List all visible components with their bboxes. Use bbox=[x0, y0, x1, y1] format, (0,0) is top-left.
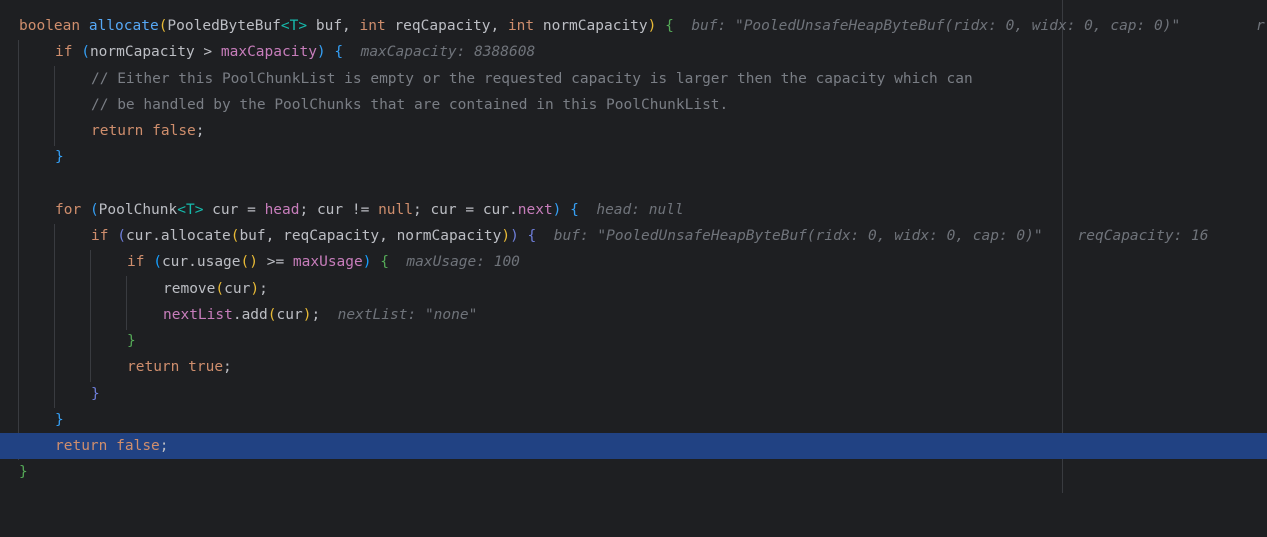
code-line[interactable]: return true; bbox=[0, 354, 1267, 380]
field-ref: maxUsage bbox=[292, 254, 363, 270]
method-call: .add bbox=[232, 307, 268, 323]
paren: ) bbox=[552, 202, 562, 218]
inline-debug-hint: buf: "PooledUnsafeHeapByteBuf(ridx: 0, w… bbox=[691, 18, 1181, 34]
brace: } bbox=[19, 464, 28, 480]
keyword: null bbox=[378, 202, 413, 218]
semicolon: ; bbox=[159, 438, 169, 454]
keyword: return bbox=[91, 123, 144, 139]
expression: cur.usage bbox=[161, 254, 241, 270]
angle-bracket: < bbox=[177, 202, 186, 218]
keyword: false bbox=[152, 123, 196, 139]
keyword: return bbox=[55, 438, 108, 454]
type-name: PooledByteBuf bbox=[167, 18, 281, 34]
keyword: if bbox=[91, 228, 109, 244]
code-line[interactable]: // be handled by the PoolChunks that are… bbox=[0, 92, 1267, 118]
code-line[interactable]: } bbox=[0, 381, 1267, 407]
code-line[interactable]: if (normCapacity > maxCapacity) { maxCap… bbox=[0, 39, 1267, 65]
code-line[interactable]: nextList.add(cur); nextList: "none" bbox=[0, 302, 1267, 328]
keyword: return bbox=[127, 359, 180, 375]
inline-debug-hint: head: null bbox=[596, 202, 684, 218]
type-name: PoolChunk bbox=[98, 202, 178, 218]
paren: ( bbox=[215, 281, 225, 297]
expression: normCapacity > bbox=[89, 44, 221, 60]
field-ref: head bbox=[264, 202, 300, 218]
paren: ) bbox=[250, 281, 260, 297]
code-line[interactable]: } bbox=[0, 407, 1267, 433]
keyword: boolean bbox=[19, 18, 81, 34]
comment: // Either this PoolChunkList is empty or… bbox=[91, 71, 973, 87]
field-ref: nextList bbox=[163, 307, 233, 323]
brace: { bbox=[334, 44, 344, 60]
keyword: int bbox=[507, 18, 535, 34]
expression: cur bbox=[276, 307, 303, 323]
paren: ( bbox=[81, 44, 90, 60]
expression: ; cur != bbox=[299, 202, 379, 218]
expression: cur = bbox=[203, 202, 265, 218]
expression: ; cur = cur. bbox=[412, 202, 518, 218]
code-line[interactable]: // Either this PoolChunkList is empty or… bbox=[0, 66, 1267, 92]
code-line[interactable]: } bbox=[0, 459, 1267, 485]
paren: ( bbox=[89, 202, 99, 218]
code-line[interactable]: if (cur.allocate(buf, reqCapacity, normC… bbox=[0, 223, 1267, 249]
inline-debug-hint: maxUsage: 100 bbox=[406, 254, 520, 270]
brace: } bbox=[55, 412, 64, 428]
field-ref: maxCapacity bbox=[220, 44, 317, 60]
inline-debug-hint: maxCapacity: 8388608 bbox=[360, 44, 536, 60]
expression: buf, reqCapacity, normCapacity bbox=[239, 228, 502, 244]
brace: { bbox=[665, 18, 674, 34]
paren: ) bbox=[316, 44, 326, 60]
paren: ) bbox=[510, 228, 519, 244]
brace: { bbox=[527, 228, 537, 244]
semicolon: ; bbox=[223, 359, 232, 375]
inline-debug-hint: nextList: "none" bbox=[337, 307, 478, 323]
keyword: false bbox=[116, 438, 160, 454]
semicolon: ; bbox=[311, 307, 321, 323]
brace: } bbox=[55, 149, 64, 165]
keyword: if bbox=[55, 44, 73, 60]
code-line[interactable]: return false; bbox=[0, 118, 1267, 144]
code-line[interactable]: for (PoolChunk<T> cur = head; cur != nul… bbox=[0, 197, 1267, 223]
method-name: allocate bbox=[88, 18, 159, 34]
paren: ) bbox=[501, 228, 511, 244]
brace: } bbox=[91, 386, 100, 402]
expression: >= bbox=[257, 254, 293, 270]
method-call: remove bbox=[163, 281, 216, 297]
code-line[interactable]: boolean allocate(PooledByteBuf<T> buf, i… bbox=[0, 13, 1267, 39]
angle-bracket: < bbox=[280, 18, 290, 34]
code-editor[interactable]: boolean allocate(PooledByteBuf<T> buf, i… bbox=[0, 0, 1267, 493]
code-line[interactable]: } bbox=[0, 328, 1267, 354]
keyword: true bbox=[188, 359, 224, 375]
inline-debug-hint: r bbox=[1256, 18, 1265, 34]
paren: ( bbox=[153, 254, 162, 270]
param: normCapacity bbox=[534, 18, 648, 34]
paren: ) bbox=[647, 18, 657, 34]
expression: cur.allocate bbox=[125, 228, 231, 244]
brace: { bbox=[380, 254, 389, 270]
code-line[interactable]: if (cur.usage() >= maxUsage) { maxUsage:… bbox=[0, 249, 1267, 275]
inline-debug-hint: reqCapacity: 16 bbox=[1077, 228, 1209, 244]
keyword: for bbox=[55, 202, 82, 218]
comment: // be handled by the PoolChunks that are… bbox=[91, 97, 729, 113]
paren: ) bbox=[362, 254, 372, 270]
inline-debug-hint: buf: "PooledUnsafeHeapByteBuf(ridx: 0, w… bbox=[553, 228, 1043, 244]
brace: { bbox=[570, 202, 579, 218]
paren: () bbox=[240, 254, 258, 270]
expression: cur bbox=[224, 281, 251, 297]
brace: } bbox=[127, 333, 136, 349]
code-line[interactable]: remove(cur); bbox=[0, 276, 1267, 302]
type-param: T bbox=[185, 202, 195, 218]
angle-bracket: > bbox=[298, 18, 308, 34]
paren: ( bbox=[117, 228, 126, 244]
semicolon: ; bbox=[259, 281, 268, 297]
paren: ( bbox=[267, 307, 277, 323]
current-execution-line[interactable]: return false; bbox=[0, 433, 1267, 459]
param: reqCapacity, bbox=[385, 18, 508, 34]
field-ref: next bbox=[517, 202, 553, 218]
semicolon: ; bbox=[195, 123, 205, 139]
code-line[interactable]: } bbox=[0, 144, 1267, 170]
keyword: int bbox=[359, 18, 386, 34]
keyword: if bbox=[127, 254, 145, 270]
param: buf, bbox=[307, 18, 360, 34]
